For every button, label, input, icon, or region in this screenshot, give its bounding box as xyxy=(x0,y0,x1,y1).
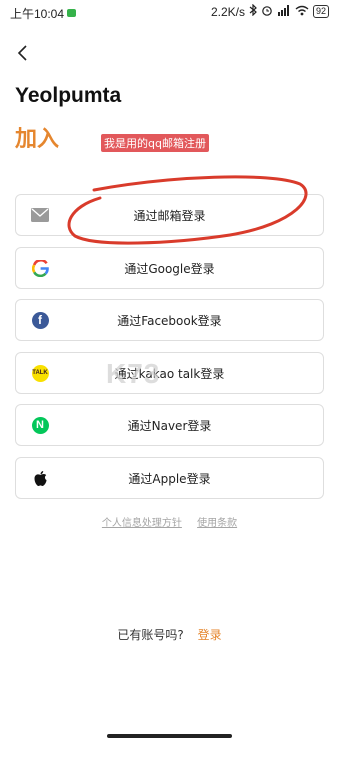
login-link[interactable]: 登录 xyxy=(198,628,222,642)
privacy-policy-link[interactable]: 个人信息处理方针 xyxy=(102,518,182,529)
existing-account-question: 已有账号吗? xyxy=(117,628,184,642)
annotation-circle xyxy=(67,175,308,245)
watermark: K73 xyxy=(106,358,161,389)
policy-links: 个人信息处理方针 使用条款 xyxy=(0,514,339,529)
home-indicator[interactable] xyxy=(107,734,232,738)
terms-link[interactable]: 使用条款 xyxy=(197,518,237,529)
existing-account-row: 已有账号吗? 登录 xyxy=(0,626,339,643)
